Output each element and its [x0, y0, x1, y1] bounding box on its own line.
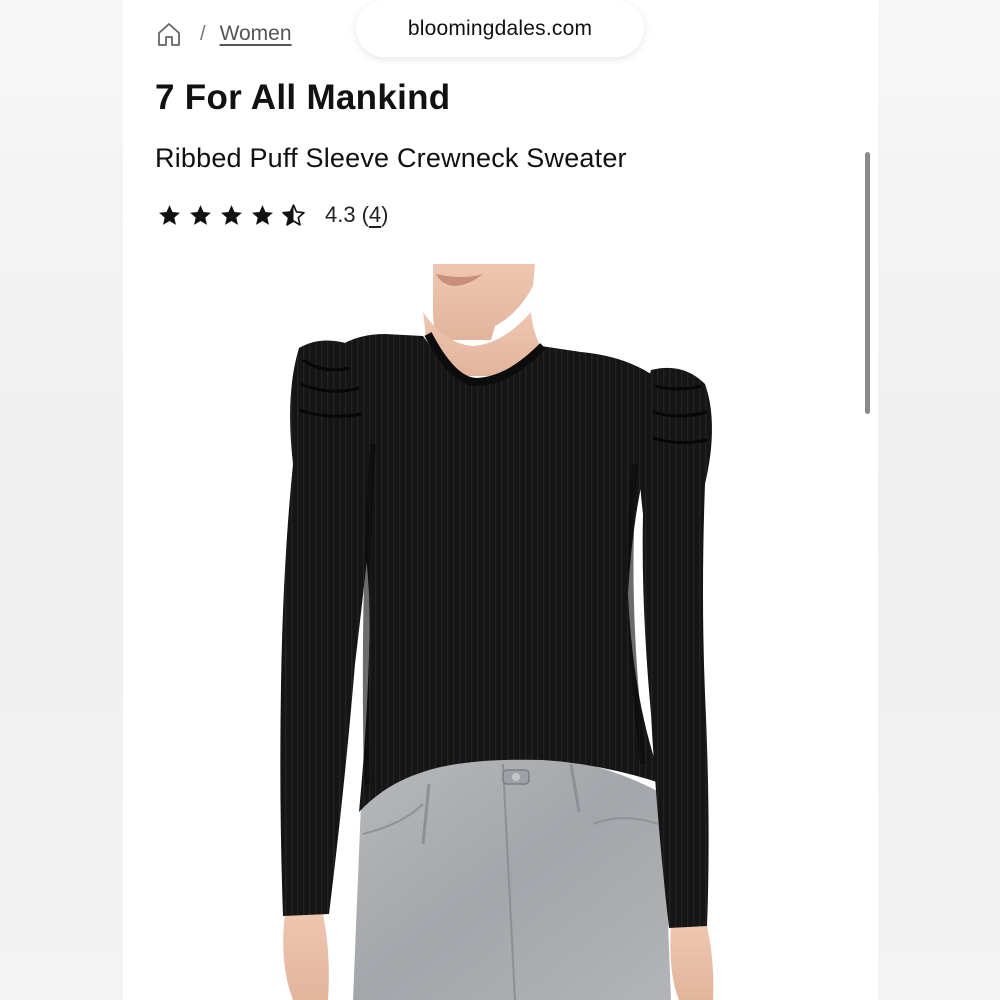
- address-bar-url: bloomingdales.com: [407, 16, 593, 40]
- breadcrumb-separator: /: [200, 22, 206, 45]
- background-blur-right: [878, 0, 1000, 1000]
- star-icon: [157, 203, 182, 228]
- product-photo-sweater: [280, 264, 714, 1000]
- breadcrumb: / Women: [156, 18, 292, 50]
- review-count-link[interactable]: 4: [369, 202, 381, 227]
- product-rating[interactable]: 4.3 (4): [157, 198, 389, 232]
- home-icon[interactable]: [156, 21, 182, 47]
- breadcrumb-link-women[interactable]: Women: [220, 22, 292, 46]
- review-count[interactable]: (4): [362, 202, 389, 228]
- product-title: Ribbed Puff Sleeve Crewneck Sweater: [155, 143, 627, 173]
- brand-name[interactable]: 7 For All Mankind: [155, 78, 451, 118]
- half-star-icon: [281, 203, 306, 228]
- star-icon: [219, 203, 244, 228]
- star-icon: [250, 203, 275, 228]
- star-icon: [188, 203, 213, 228]
- address-bar[interactable]: bloomingdales.com: [356, 0, 644, 57]
- product-image[interactable]: [123, 264, 878, 1000]
- background-blur-left: [0, 0, 123, 1000]
- rating-value: 4.3: [325, 202, 356, 227]
- product-page: / Women bloomingdales.com 7 For All Mank…: [123, 0, 878, 1000]
